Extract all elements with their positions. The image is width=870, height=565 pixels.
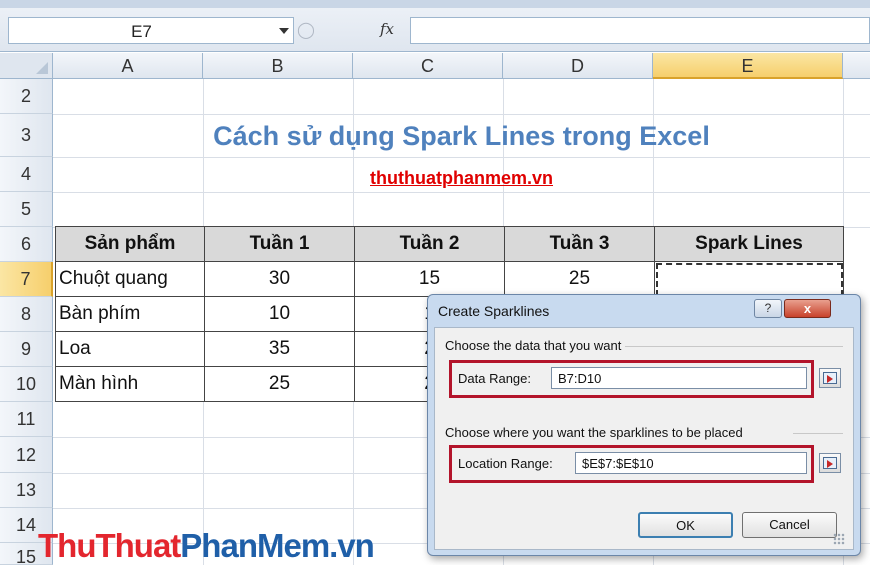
- table-cell[interactable]: Màn hình: [55, 366, 205, 402]
- arrow-icon: [827, 375, 833, 383]
- watermark-logo: ThuThuatPhanMem.vn: [38, 527, 375, 565]
- table-row: Chuột quang 30 15 25: [55, 261, 844, 297]
- table-cell[interactable]: 10: [204, 296, 355, 332]
- dialog-title: Create Sparklines: [438, 303, 550, 319]
- dialog-body: Choose the data that you want Data Range…: [434, 327, 854, 550]
- table-cell[interactable]: 25: [504, 261, 655, 297]
- location-range-input[interactable]: $E$7:$E$10: [575, 452, 807, 474]
- collapse-dialog-button[interactable]: [819, 368, 841, 388]
- table-header-row: Sản phẩm Tuần 1 Tuần 2 Tuần 3 Spark Line…: [55, 226, 844, 262]
- watermark-part-1: ThuThuat: [38, 527, 181, 564]
- site-link[interactable]: thuthuatphanmem.vn: [53, 168, 870, 189]
- row-header-3[interactable]: 3: [0, 114, 53, 157]
- column-header-c[interactable]: C: [353, 53, 503, 79]
- ribbon-edge: [0, 0, 870, 8]
- table-cell[interactable]: 25: [204, 366, 355, 402]
- row-header-6[interactable]: 6: [0, 227, 53, 262]
- divider: [625, 346, 843, 347]
- location-range-label: Location Range:: [458, 456, 553, 471]
- active-cell-e7[interactable]: [654, 261, 844, 297]
- table-header[interactable]: Tuần 2: [354, 226, 505, 262]
- row-header-9[interactable]: 9: [0, 332, 53, 367]
- formula-input[interactable]: [410, 17, 870, 44]
- close-button[interactable]: x: [784, 299, 831, 318]
- cancel-icon[interactable]: ◯: [297, 20, 315, 40]
- table-header[interactable]: Tuần 3: [504, 226, 655, 262]
- column-header-a[interactable]: A: [53, 53, 203, 79]
- table-header[interactable]: Spark Lines: [654, 226, 844, 262]
- sheet-title: Cách sử dụng Spark Lines trong Excel: [213, 121, 710, 151]
- divider: [793, 433, 843, 434]
- table-cell[interactable]: 30: [204, 261, 355, 297]
- help-button[interactable]: ?: [754, 299, 782, 318]
- insert-function-button[interactable]: fx: [380, 20, 394, 38]
- column-header-f[interactable]: [843, 53, 870, 79]
- data-range-label: Data Range:: [458, 371, 531, 386]
- name-box-value: E7: [131, 22, 152, 41]
- table-cell[interactable]: Bàn phím: [55, 296, 205, 332]
- select-all-button[interactable]: [0, 53, 53, 79]
- row-header-11[interactable]: 11: [0, 402, 53, 437]
- row-header-13[interactable]: 13: [0, 473, 53, 508]
- column-header-e[interactable]: E: [653, 53, 843, 79]
- chevron-down-icon[interactable]: [279, 28, 289, 34]
- select-all-icon: [36, 62, 48, 74]
- row-header-5[interactable]: 5: [0, 192, 53, 227]
- column-header-b[interactable]: B: [203, 53, 353, 79]
- ok-button[interactable]: OK: [638, 512, 733, 538]
- row-header-12[interactable]: 12: [0, 437, 53, 473]
- table-cell[interactable]: Loa: [55, 331, 205, 367]
- table-cell[interactable]: Chuột quang: [55, 261, 205, 297]
- collapse-dialog-button[interactable]: [819, 453, 841, 473]
- table-header[interactable]: Tuần 1: [204, 226, 355, 262]
- name-box[interactable]: E7: [8, 17, 294, 44]
- formula-bar: E7 ◯ fx: [0, 0, 870, 52]
- row-header-7[interactable]: 7: [0, 262, 53, 297]
- create-sparklines-dialog: Create Sparklines ? x Choose the data th…: [427, 294, 861, 556]
- data-range-input[interactable]: B7:D10: [551, 367, 807, 389]
- resize-grip-icon[interactable]: [833, 533, 845, 545]
- table-cell[interactable]: 35: [204, 331, 355, 367]
- table-cell[interactable]: 15: [354, 261, 505, 297]
- arrow-icon: [827, 460, 833, 468]
- data-group-label: Choose the data that you want: [445, 338, 622, 353]
- location-group-label: Choose where you want the sparklines to …: [445, 425, 743, 440]
- row-header-8[interactable]: 8: [0, 297, 53, 332]
- row-header-2[interactable]: 2: [0, 79, 53, 114]
- column-header-d[interactable]: D: [503, 53, 653, 79]
- row-header-10[interactable]: 10: [0, 367, 53, 402]
- row-header-4[interactable]: 4: [0, 157, 53, 192]
- table-header[interactable]: Sản phẩm: [55, 226, 205, 262]
- cancel-button[interactable]: Cancel: [742, 512, 837, 538]
- watermark-part-2: PhanMem.vn: [180, 527, 375, 564]
